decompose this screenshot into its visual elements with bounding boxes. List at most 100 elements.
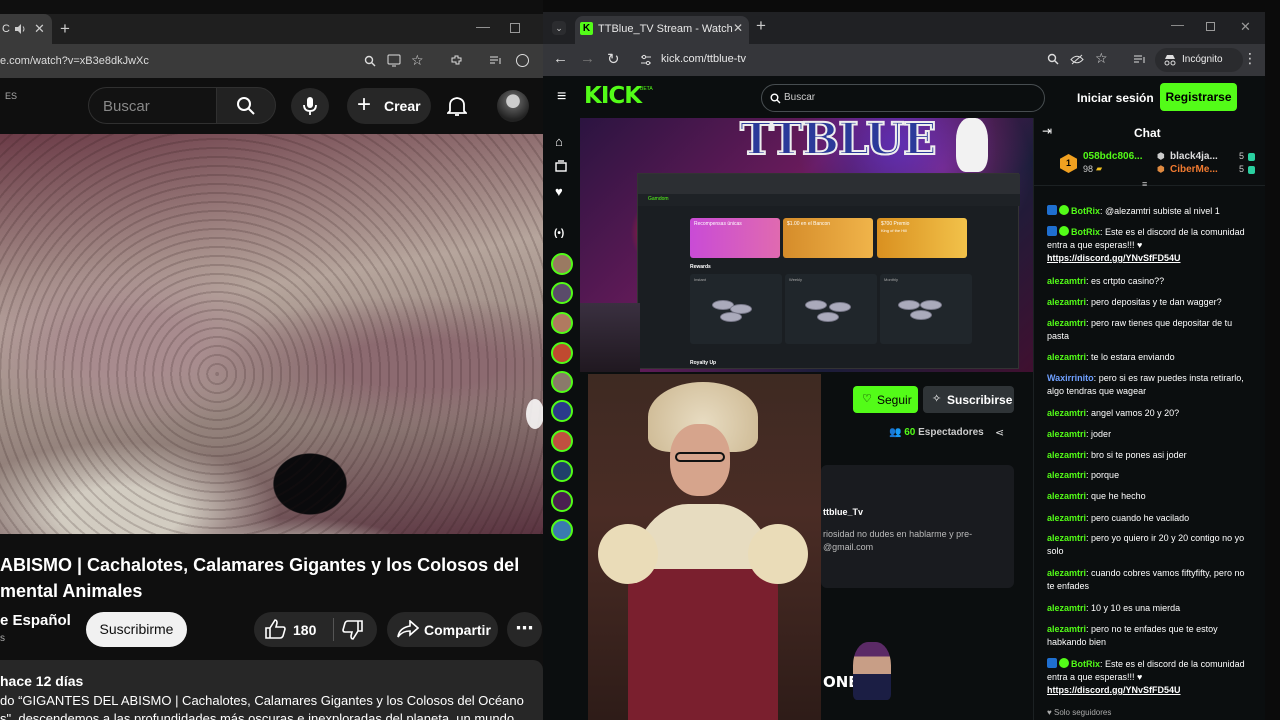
forward-arrow-icon[interactable]: → [580,50,595,67]
new-tab-icon[interactable]: + [60,19,70,39]
chat-username[interactable]: alezamtri [1047,513,1086,523]
incognito-badge[interactable]: Incógnito [1155,48,1243,72]
back-arrow-icon[interactable]: ← [553,50,568,67]
rail-channel-avatar[interactable] [551,371,573,393]
avatar[interactable] [497,90,529,122]
create-label: Crear [384,98,421,114]
cast-icon[interactable] [387,54,401,67]
tab-search-chevron-icon[interactable]: ⌄ [552,21,566,35]
eye-off-icon[interactable] [1070,54,1084,65]
kick-minimize-icon[interactable]: — [1171,17,1184,32]
viewers-label: Espectadores [918,427,984,438]
browser-menu-icon[interactable]: ⋮ [1243,50,1257,67]
reload-icon[interactable]: ↻ [607,50,620,68]
extensions-icon[interactable] [450,54,463,67]
video-player[interactable] [0,134,543,534]
chat-username[interactable]: alezamtri [1047,352,1086,362]
leader-name: 058bdc806... [1083,151,1143,162]
more-actions-icon[interactable]: ⋯ [507,612,542,647]
chat-username[interactable]: alezamtri [1047,318,1086,328]
profile-icon[interactable] [516,54,529,67]
chat-username[interactable]: alezamtri [1047,603,1086,613]
chat-username[interactable]: alezamtri [1047,429,1086,439]
share-button[interactable]: Compartir [387,612,498,647]
kick-tab-close-icon[interactable]: ✕ [733,21,743,35]
rail-channel-avatar[interactable] [551,430,573,452]
zoom-icon[interactable] [364,55,376,67]
chat-username[interactable]: alezamtri [1047,624,1086,634]
kick-window-close-icon[interactable]: ✕ [1240,19,1251,35]
chat-username[interactable]: BotRix [1071,659,1100,669]
chat-username[interactable]: alezamtri [1047,533,1086,543]
kick-tab[interactable]: K TTBlue_TV Stream - Watch ✕ [575,16,749,44]
rail-channel-avatar[interactable] [551,490,573,512]
rail-channel-avatar[interactable] [551,312,573,334]
kick-new-tab-icon[interactable]: + [756,16,766,36]
kick-url[interactable]: kick.com/ttblue-tv [661,53,746,65]
kick-search-input[interactable]: Buscar [761,84,1045,112]
chat-message: alezamtri: joder [1047,429,1112,439]
about-channel-name[interactable]: ttblue_Tv [823,507,863,517]
kick-maximize-icon[interactable] [1206,22,1215,31]
chat-username[interactable]: Waxirrinito [1047,373,1094,383]
bookmark-star-icon[interactable]: ☆ [411,52,424,69]
description-box[interactable]: hace 12 días do “GIGANTES DEL ABISMO | C… [0,660,543,720]
yt-url[interactable]: e.com/watch?v=xB3e8dkJwXc [0,55,149,67]
chat-username[interactable]: alezamtri [1047,408,1086,418]
like-count: 180 [293,622,317,638]
chat-username[interactable]: BotRix [1071,206,1100,216]
hamburger-menu-icon[interactable]: ≡ [557,88,566,106]
expand-leaderboard-icon[interactable]: ≡ [1142,179,1147,189]
rail-channel-avatar[interactable] [551,400,573,422]
chat-link[interactable]: https://discord.gg/YNvSfFD54U [1047,685,1181,695]
captured-footer-text: Royalty Up [690,360,717,366]
chat-username[interactable]: alezamtri [1047,450,1086,460]
stream-player[interactable]: TTBLUE Gamdom Recompensas únicas $1.00 e… [580,118,1033,372]
chat-username[interactable]: alezamtri [1047,297,1086,307]
kick-bookmark-star-icon[interactable]: ☆ [1095,50,1108,67]
next-arrow-icon[interactable] [526,399,543,429]
create-button[interactable]: + Crear [347,88,431,124]
home-icon[interactable]: ⌂ [555,134,563,149]
following-heart-icon[interactable]: ♥ [555,184,563,199]
kick-zoom-icon[interactable] [1047,53,1059,65]
collapse-chat-icon[interactable]: ⇥ [1042,124,1052,138]
rail-channel-avatar[interactable] [551,519,573,541]
dislike-thumb-icon[interactable] [342,620,363,640]
follow-button[interactable]: ♡ Seguir [853,386,918,413]
share-icon[interactable]: ⋖ [995,426,1004,439]
chat-username[interactable]: alezamtri [1047,568,1086,578]
yt-search-input[interactable]: Buscar [88,87,216,124]
yt-tab-close-icon[interactable]: ✕ [34,21,45,37]
chat-link[interactable]: https://discord.gg/YNvSfFD54U [1047,253,1181,263]
maximize-icon[interactable] [510,23,520,33]
yt-search-button[interactable] [216,87,276,124]
rail-channel-avatar[interactable] [551,253,573,275]
kick-window: ⌄ K TTBlue_TV Stream - Watch ✕ + — ✕ ← →… [543,12,1265,720]
heart-small-icon: ♥ [1047,708,1052,717]
channel-name[interactable]: e Español [0,612,71,629]
like-thumb-icon[interactable] [265,619,286,639]
signup-button[interactable]: Registrarse [1160,83,1237,111]
login-link[interactable]: Iniciar sesión [1077,91,1154,105]
rail-channel-avatar[interactable] [551,460,573,482]
chat-username[interactable]: BotRix [1071,227,1100,237]
voice-search-button[interactable] [291,88,329,124]
chat-username[interactable]: alezamtri [1047,276,1086,286]
chat-username[interactable]: alezamtri [1047,470,1086,480]
subscribe-button[interactable]: ✧ Suscribirse [923,386,1014,413]
rail-channel-avatar[interactable] [551,342,573,364]
rail-channel-avatar[interactable] [551,282,573,304]
kick-logo[interactable]: KICK BETA [584,83,653,109]
yt-tab[interactable]: C ✕ [0,14,52,44]
media-icon[interactable] [489,55,502,66]
notifications-bell-icon[interactable] [447,95,467,117]
chat-message: alezamtri: angel vamos 20 y 20? [1047,408,1180,418]
subscribe-button[interactable]: Suscribirme [86,612,187,647]
browse-icon[interactable] [555,160,567,172]
live-signal-icon: (•) [554,228,565,239]
kick-media-icon[interactable] [1133,54,1146,65]
site-info-icon[interactable] [640,54,652,66]
minimize-icon[interactable]: — [476,18,490,34]
chat-username[interactable]: alezamtri [1047,491,1086,501]
